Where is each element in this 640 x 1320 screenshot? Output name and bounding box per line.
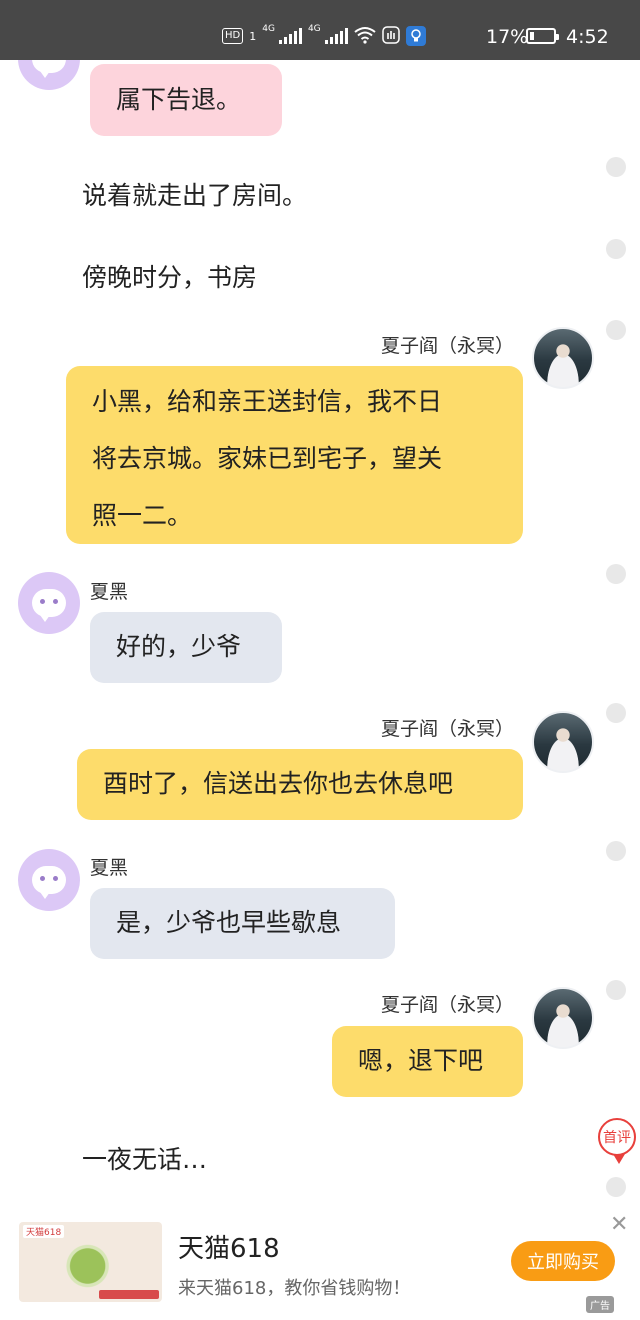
- ad-thumb-strip: [99, 1290, 159, 1299]
- status-icons: HD 1 4G 4G: [222, 24, 426, 48]
- ad-description: 来天猫618，教你省钱购物！: [178, 1278, 411, 1299]
- signal-icon: [278, 28, 302, 44]
- battery-fill: [530, 32, 534, 40]
- message-bubble[interactable]: 是，少爷也早些歇息: [90, 888, 395, 959]
- message-line: 照一二。: [92, 501, 193, 530]
- message-line: 小黑，给和亲王送封信，我不日: [92, 387, 443, 416]
- avatar[interactable]: [18, 572, 80, 634]
- network-type-label-2: 4G: [307, 24, 321, 34]
- comment-dot[interactable]: [606, 157, 626, 177]
- comment-dot[interactable]: [606, 564, 626, 584]
- clock: 4:52: [566, 26, 609, 48]
- signal-icon-2: [324, 28, 348, 44]
- comment-dot[interactable]: [606, 841, 626, 861]
- avatar[interactable]: [532, 711, 594, 773]
- chat-bubble-icon: [32, 866, 66, 899]
- message-bubble[interactable]: 小黑，给和亲王送封信，我不日 将去京城。家妹已到宅子，望关 照一二。: [66, 366, 523, 544]
- buy-now-button[interactable]: 立即购买: [511, 1241, 615, 1281]
- ad-thumbnail[interactable]: 天猫618: [19, 1222, 162, 1302]
- speaker-name: 夏子阎（永冥）: [380, 994, 514, 1016]
- ad-thumb-tag: 天猫618: [23, 1225, 65, 1238]
- message-bubble[interactable]: 酉时了，信送出去你也去休息吧: [77, 749, 523, 820]
- narration: 说着就走出了房间。: [82, 181, 308, 210]
- wifi-icon: [354, 26, 376, 47]
- battery-icon: [526, 28, 559, 44]
- status-bar: HD 1 4G 4G 17% 4:52: [0, 0, 640, 60]
- hand-icon: [381, 25, 400, 47]
- avatar[interactable]: [532, 987, 594, 1049]
- chat-bubble-icon: [32, 589, 66, 622]
- speaker-name: 夏子阎（永冥）: [380, 335, 514, 357]
- comment-dot[interactable]: [606, 1177, 626, 1197]
- speaker-name: 夏子阎（永冥）: [380, 718, 514, 740]
- message-line: 将去京城。家妹已到宅子，望关: [92, 444, 443, 473]
- avatar[interactable]: [532, 327, 594, 389]
- ad-title[interactable]: 天猫618: [178, 1228, 280, 1265]
- close-icon[interactable]: ✕: [610, 1212, 628, 1237]
- message-bubble[interactable]: 属下告退。: [90, 64, 282, 136]
- narration: 傍晚时分，书房: [82, 263, 258, 292]
- battery-percent: 17%: [486, 26, 529, 48]
- message-bubble[interactable]: 嗯，退下吧: [332, 1026, 523, 1097]
- comment-dot[interactable]: [606, 320, 626, 340]
- comment-dot[interactable]: [606, 239, 626, 259]
- comment-dot[interactable]: [606, 703, 626, 723]
- message-bubble[interactable]: 好的，少爷: [90, 612, 282, 683]
- avatar[interactable]: [18, 849, 80, 911]
- ad-label: 广告: [586, 1296, 614, 1313]
- bulb-icon: [405, 26, 426, 46]
- first-review-badge[interactable]: 首评: [598, 1118, 636, 1164]
- sim-slot-label: 1: [249, 29, 257, 43]
- speaker-name: 夏黑: [90, 581, 129, 603]
- hd-icon: HD: [222, 28, 244, 44]
- speaker-name: 夏黑: [90, 857, 129, 879]
- comment-dot[interactable]: [606, 980, 626, 1000]
- narration: 一夜无话…: [82, 1145, 208, 1174]
- network-type-label: 4G: [262, 24, 275, 34]
